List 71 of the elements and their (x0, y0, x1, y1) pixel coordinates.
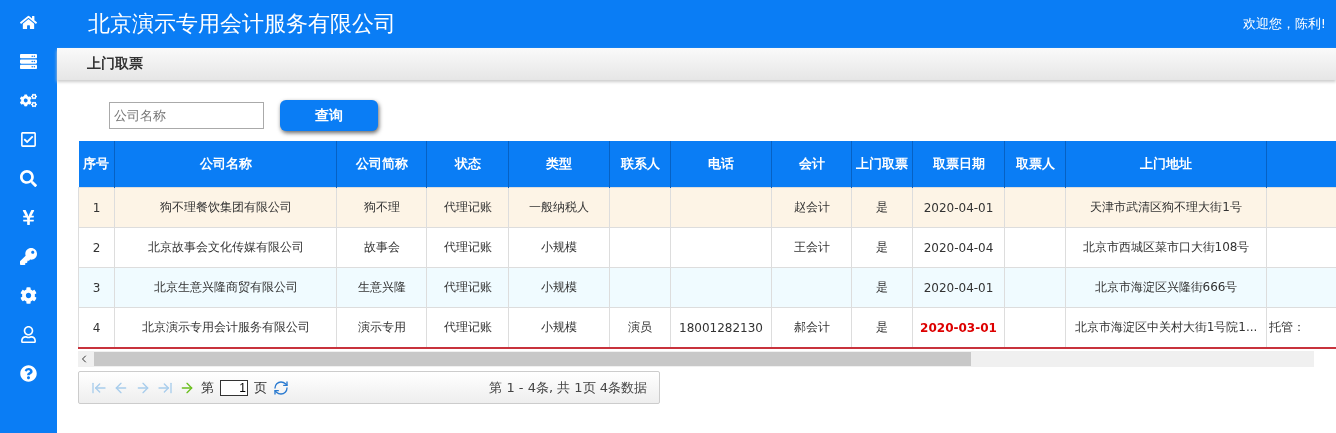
greeting: 欢迎您，陈利! (1242, 15, 1326, 33)
settings-icon[interactable] (20, 287, 37, 304)
key-icon[interactable] (20, 248, 37, 265)
pager-summary: 第 1 - 4条, 共 1页 4条数据 (489, 378, 647, 397)
table-cell: 小规模 (508, 227, 610, 268)
column-header[interactable]: 序号 (78, 141, 115, 188)
search-button[interactable]: 查询 (280, 100, 378, 131)
column-header[interactable]: 公司名称 (114, 141, 337, 188)
horizontal-scrollbar[interactable] (78, 351, 1314, 367)
refresh-button[interactable] (273, 379, 289, 396)
column-header[interactable]: 上门取票 (851, 141, 913, 188)
column-header[interactable]: 类型 (508, 141, 610, 188)
table-row[interactable]: 3 北京生意兴隆商贸有限公司 生意兴隆 代理记账 小规模 是 2020-04-01 北京市海淀区兴隆街666号 (78, 267, 1336, 308)
table-cell: 3 (78, 267, 115, 308)
table-cell (1004, 267, 1066, 308)
table-cell: 代理记账 (426, 227, 509, 268)
table-row[interactable]: 2 北京故事会文化传媒有限公司 故事会 代理记账 小规模 王会计 是 2020-04-04 北京市西城区菜市口大街108号 (78, 227, 1336, 268)
column-header[interactable]: 联系人 (609, 141, 671, 188)
table-cell: 赵会计 (771, 187, 852, 228)
column-header[interactable]: 取票人 (1004, 141, 1066, 188)
table-cell (1004, 187, 1066, 228)
page-input[interactable]: 1 (220, 379, 248, 396)
column-header[interactable]: 会计 (771, 141, 852, 188)
search-icon[interactable] (20, 170, 37, 187)
table-cell: 2020-04-01 (912, 187, 1005, 228)
table-cell: 北京生意兴隆商贸有限公司 (114, 267, 337, 308)
table-cell: 是 (851, 267, 913, 308)
column-header[interactable]: 状态 (426, 141, 509, 188)
table-cell: 4 (78, 307, 115, 348)
page-prefix: 第 (201, 378, 214, 397)
help-icon[interactable] (20, 365, 37, 382)
yen-icon[interactable] (20, 209, 37, 226)
table-cell: 1 (78, 187, 115, 228)
table-cell: 是 (851, 187, 913, 228)
table-cell: 一般纳税人 (508, 187, 610, 228)
table-cell: 狗不理 (336, 187, 427, 228)
table-cell (1004, 227, 1066, 268)
table-cell: 是 (851, 227, 913, 268)
table-cell: 狗不理餐饮集团有限公司 (114, 187, 337, 228)
table-cell: 生意兴隆 (336, 267, 427, 308)
page-title: 上门取票 (57, 48, 1336, 80)
table-cell: 代理记账 (426, 267, 509, 308)
app-title: 北京演示专用会计服务有限公司 (88, 10, 396, 38)
table-cell (609, 227, 671, 268)
column-header[interactable]: 取票日期 (912, 141, 1005, 188)
table-cell: 2020-04-04 (912, 227, 1005, 268)
table-cell: 天津市武清区狗不理大街1号 (1065, 187, 1267, 228)
table-cell: 北京市海淀区兴隆街666号 (1065, 267, 1267, 308)
table-cell (609, 267, 671, 308)
home-icon[interactable] (20, 14, 37, 31)
gears-icon[interactable] (20, 92, 37, 109)
table-cell: 王会计 (771, 227, 852, 268)
table-cell: 北京市西城区菜市口大街108号 (1065, 227, 1267, 268)
table-cell: 代理记账 (426, 187, 509, 228)
search-field[interactable]: 公司名称 (109, 102, 264, 129)
user-icon[interactable] (20, 326, 37, 343)
table-cell: 小规模 (508, 267, 610, 308)
column-header[interactable]: 电话 (670, 141, 772, 188)
table-cell (609, 187, 671, 228)
checkbox-icon[interactable] (20, 131, 37, 148)
server-icon[interactable] (20, 53, 37, 70)
table-row[interactable]: 4 北京演示专用会计服务有限公司 演示专用 代理记账 小规模 演员 18001282130 郝会计 是 2020-03-01 北京市海淀区中关村大街1号院1... 托管： (78, 307, 1336, 348)
table-cell: 北京故事会文化传媒有限公司 (114, 227, 337, 268)
scrollbar-thumb[interactable] (94, 352, 971, 366)
column-header[interactable]: 公司简称 (336, 141, 427, 188)
table-cell: 故事会 (336, 227, 427, 268)
column-header[interactable]: 上门地址 (1065, 141, 1267, 188)
table-row[interactable]: 1 狗不理餐饮集团有限公司 狗不理 代理记账 一般纳税人 赵会计 是 2020-04-01 天津市武清区狗不理大街1号 (78, 187, 1336, 228)
page-suffix: 页 (254, 378, 267, 397)
table-cell: 2020-04-01 (912, 267, 1005, 308)
table-cell: 2 (78, 227, 115, 268)
